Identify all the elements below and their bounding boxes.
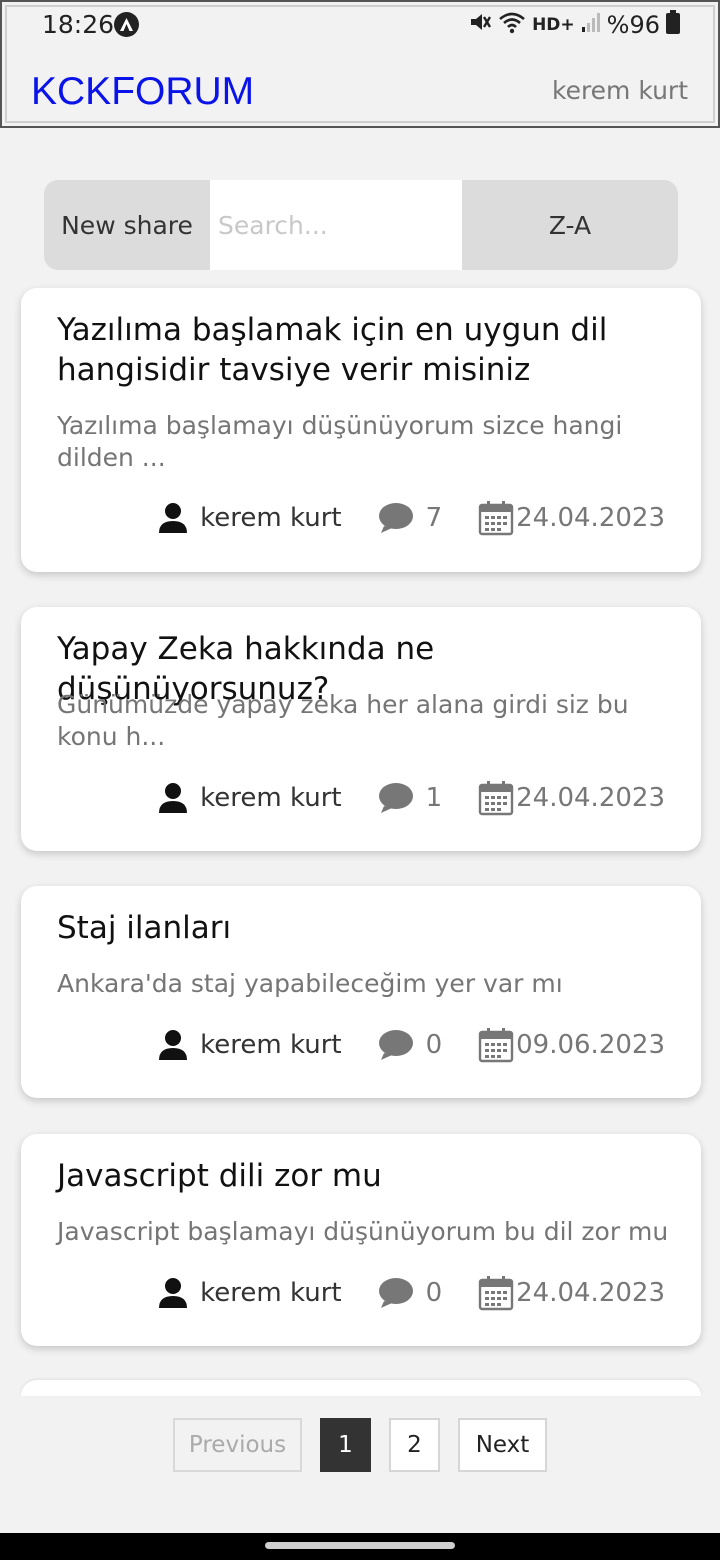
- brand-logo[interactable]: KCKFORUM: [31, 70, 254, 114]
- battery-icon: [666, 10, 680, 40]
- post-excerpt: Yazılıma başlamayı düşünüyorum sizce han…: [57, 411, 623, 472]
- header-username[interactable]: kerem kurt: [552, 76, 688, 105]
- post-comment-count: 1: [425, 783, 443, 813]
- home-gesture-handle[interactable]: [265, 1542, 455, 1549]
- post-meta: kerem kurt 0 09.06.2023: [158, 1025, 665, 1065]
- person-icon: [159, 1278, 188, 1308]
- calendar-icon: [478, 1028, 514, 1063]
- post-author-name: kerem kurt: [200, 783, 342, 813]
- post-excerpt: Javascript başlamayı düşünüyorum bu dil …: [57, 1217, 669, 1246]
- speech-bubble-icon: [378, 783, 413, 813]
- new-share-button[interactable]: New share: [44, 180, 210, 270]
- post-date: 24.04.2023: [478, 500, 665, 536]
- toolbar: New share Z-A: [44, 180, 678, 270]
- speech-bubble-icon: [378, 1030, 413, 1060]
- pagination: Previous 1 2 Next: [173, 1418, 547, 1474]
- sort-button[interactable]: Z-A: [462, 180, 678, 270]
- post-author-name: kerem kurt: [200, 1030, 342, 1060]
- post-date: 24.04.2023: [478, 1275, 665, 1311]
- post-date: 09.06.2023: [478, 1027, 665, 1063]
- battery-text: %96: [606, 11, 660, 39]
- post-date-text: 09.06.2023: [516, 1030, 665, 1060]
- previous-page-button[interactable]: Previous: [173, 1418, 302, 1472]
- app-header: KCKFORUM kerem kurt: [0, 56, 720, 126]
- mute-icon: [468, 10, 492, 40]
- post-comments: 0: [378, 1029, 443, 1061]
- signal-icon: [581, 11, 601, 39]
- page-2-button[interactable]: 2: [389, 1418, 440, 1472]
- post-card-partial[interactable]: [21, 1380, 701, 1396]
- wifi-icon: [498, 10, 526, 40]
- post-comment-count: 0: [425, 1278, 443, 1308]
- post-date-text: 24.04.2023: [516, 783, 665, 813]
- post-comments: 1: [378, 782, 443, 814]
- calendar-icon: [478, 1276, 514, 1311]
- post-excerpt: Ankara'da staj yapabileceğim yer var mı: [57, 969, 563, 998]
- post-comment-count: 7: [425, 503, 443, 533]
- app-notification-icon: [114, 12, 139, 37]
- status-right: HD+ %96: [468, 10, 680, 40]
- post-date-text: 24.04.2023: [516, 1278, 665, 1308]
- post-author: kerem kurt: [158, 782, 342, 814]
- post-card[interactable]: Yazılıma başlamak için en uygun dil hang…: [21, 288, 701, 572]
- status-bar: 18:26 HD+ %96: [0, 0, 720, 52]
- post-meta: kerem kurt 0 24.04.2023: [158, 1273, 665, 1313]
- post-meta: kerem kurt 7 24.04.2023: [158, 498, 665, 538]
- post-card[interactable]: Staj ilanları Ankara'da staj yapabileceğ…: [21, 886, 701, 1098]
- post-excerpt: Günümüzde yapay zeka her alana girdi siz…: [57, 690, 629, 751]
- speech-bubble-icon: [378, 503, 413, 533]
- post-author-name: kerem kurt: [200, 503, 342, 533]
- post-author: kerem kurt: [158, 1277, 342, 1309]
- post-date: 24.04.2023: [478, 780, 665, 816]
- post-comment-count: 0: [425, 1030, 443, 1060]
- post-author: kerem kurt: [158, 1029, 342, 1061]
- search-input[interactable]: [210, 180, 462, 270]
- post-author: kerem kurt: [158, 502, 342, 534]
- calendar-icon: [478, 501, 514, 536]
- calendar-icon: [478, 781, 514, 816]
- post-card[interactable]: Javascript dili zor mu Javascript başlam…: [21, 1134, 701, 1346]
- system-nav-bar: [0, 1533, 720, 1560]
- post-author-name: kerem kurt: [200, 1278, 342, 1308]
- post-comments: 7: [378, 502, 443, 534]
- post-title[interactable]: Javascript dili zor mu: [57, 1156, 677, 1196]
- speech-bubble-icon: [378, 1278, 413, 1308]
- network-type: HD+: [532, 15, 575, 35]
- status-time: 18:26: [42, 10, 115, 39]
- person-icon: [159, 783, 188, 813]
- post-comments: 0: [378, 1277, 443, 1309]
- post-title[interactable]: Staj ilanları: [57, 908, 677, 948]
- person-icon: [159, 1030, 188, 1060]
- next-page-button[interactable]: Next: [458, 1418, 547, 1472]
- post-meta: kerem kurt 1 24.04.2023: [158, 778, 665, 818]
- page-1-button[interactable]: 1: [320, 1418, 371, 1472]
- post-card[interactable]: Yapay Zeka hakkında ne düşünüyorsunuz? G…: [21, 607, 701, 851]
- post-title[interactable]: Yazılıma başlamak için en uygun dil hang…: [57, 310, 677, 390]
- post-date-text: 24.04.2023: [516, 503, 665, 533]
- person-icon: [159, 503, 188, 533]
